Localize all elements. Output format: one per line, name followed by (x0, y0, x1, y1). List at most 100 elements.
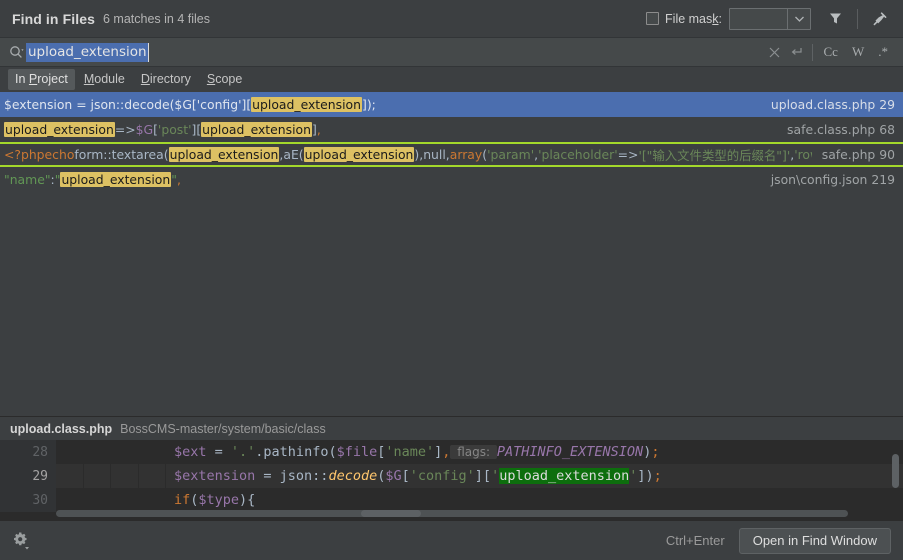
open-in-find-window-button[interactable]: Open in Find Window (738, 527, 891, 554)
return-icon[interactable] (786, 41, 808, 63)
fold-cell (139, 440, 166, 464)
match-summary: 6 matches in 4 files (102, 11, 210, 26)
header-controls: File mask: (646, 6, 893, 32)
code-segment: PATHINFO_EXTENSION (496, 444, 644, 460)
result-row[interactable]: <?php echo form::textarea(upload_extensi… (0, 142, 903, 167)
result-file-label: safe.php 90 (821, 147, 895, 162)
result-row[interactable]: upload_extension => $G['post'][upload_ex… (0, 117, 903, 142)
code-line-text: if($type){ (166, 492, 255, 508)
fold-cell (84, 440, 111, 464)
result-code: <?php echo form::textarea(upload_extensi… (4, 146, 812, 164)
fold-cell (56, 440, 84, 464)
code-segment: $extension (174, 468, 256, 484)
result-file-label: safe.class.php 68 (787, 122, 895, 137)
code-segment: $G (135, 122, 154, 137)
page-title: Find in Files (12, 10, 95, 27)
result-row[interactable]: $extension = json::decode($G['config'][ u… (0, 92, 903, 117)
fold-cell (56, 464, 84, 488)
match-highlight: upload_extension (303, 147, 415, 162)
code-segment: ' (491, 468, 500, 484)
code-segment: <?php (4, 147, 45, 162)
preview-file-name: upload.class.php (10, 421, 113, 436)
search-bar[interactable]: upload_extension Cc W .* (0, 37, 903, 67)
match-case-toggle[interactable]: Cc (817, 44, 845, 60)
line-number: 28 (0, 440, 56, 464)
tab-module[interactable]: Module (77, 69, 132, 90)
fold-gutter (56, 488, 166, 512)
find-in-files-dialog: Find in Files 6 matches in 4 files File … (0, 0, 903, 560)
code-segment: 'placeholder' (538, 147, 618, 162)
parameter-hint: flags: (450, 445, 497, 459)
file-mask-combo[interactable] (729, 7, 811, 30)
search-input-value[interactable]: upload_extension (26, 42, 149, 62)
pin-icon[interactable] (867, 6, 893, 32)
match-highlight: upload_extension (168, 147, 280, 162)
code-segment: 'name' (385, 444, 435, 460)
code-segment: ,aE( (279, 147, 304, 162)
code-segment: ; (651, 444, 660, 460)
file-mask-label: File mask: (665, 11, 722, 26)
code-line-text: $extension = json::decode($G['config']['… (166, 468, 662, 484)
filter-icon[interactable] (822, 6, 848, 32)
result-file-label: json\config.json 219 (770, 172, 895, 187)
tab-in-project[interactable]: In Project (8, 69, 75, 90)
code-segment: ){ (239, 492, 256, 508)
result-code: $extension = json::decode($G['config'][u… (4, 97, 376, 112)
line-number: 29 (0, 464, 56, 488)
code-segment: , (316, 122, 321, 137)
code-preview[interactable]: 28 $ext = '.'.pathinfo($file['name'], fla… (0, 440, 903, 520)
fold-cell (56, 488, 84, 512)
horizontal-scrollbar[interactable] (56, 510, 848, 517)
line-number: 30 (0, 488, 56, 512)
search-toolbar-divider (811, 43, 813, 61)
results-list[interactable]: $extension = json::decode($G['config'][u… (0, 92, 903, 416)
shortcut-hint: Ctrl+Enter (665, 533, 725, 548)
code-segment: '.' (230, 444, 256, 460)
horizontal-scrollbar-thumb[interactable] (361, 510, 421, 517)
code-segment: [ (401, 468, 410, 484)
tab-directory[interactable]: Directory (134, 69, 198, 90)
whole-words-toggle[interactable]: W (845, 44, 871, 60)
file-mask-input[interactable] (730, 9, 787, 29)
regex-toggle[interactable]: .* (871, 44, 895, 60)
code-segment: echo (44, 147, 75, 162)
code-segment: => (114, 122, 136, 137)
code-segment: .pathinfo( (255, 444, 337, 460)
code-segment: = json:: (255, 468, 329, 484)
code-segment: $type (198, 492, 240, 508)
fold-cell (139, 488, 166, 512)
file-mask-group[interactable]: File mask: (646, 12, 722, 26)
fold-cell (111, 464, 139, 488)
fold-cell (111, 488, 139, 512)
fold-cell (138, 464, 166, 488)
gear-icon[interactable] (12, 531, 31, 550)
header-divider (857, 8, 858, 29)
code-segment: ),null, (414, 147, 450, 162)
tab-scope[interactable]: Scope (200, 69, 249, 90)
vertical-scrollbar-thumb[interactable] (892, 454, 899, 488)
result-row[interactable]: "name": " upload_extension ", json\config.j… (0, 167, 903, 192)
search-input[interactable]: upload_extension (26, 42, 764, 62)
fold-gutter (56, 440, 166, 464)
code-segment: ]) (637, 468, 654, 484)
result-file-label: upload.class.php 29 (770, 97, 895, 112)
scope-tabs: In Project Module Directory Scope (0, 67, 903, 92)
result-code: upload_extension => $G['post'][upload_ex… (4, 122, 321, 137)
code-segment: => (617, 147, 639, 162)
code-line: 29 $extension = json::decode($G['config']… (0, 464, 903, 488)
fold-gutter (56, 464, 166, 488)
code-segment: 'config' (409, 468, 475, 484)
code-segment: 'row' (794, 147, 812, 162)
code-line: 30 if($type){ (0, 488, 903, 512)
file-mask-checkbox[interactable] (646, 12, 660, 25)
chevron-down-icon[interactable] (787, 8, 810, 29)
code-segment: , (176, 172, 181, 187)
close-icon[interactable] (764, 41, 786, 63)
code-segment: $G (385, 468, 402, 484)
code-segment: ][ (241, 97, 252, 112)
found-highlight: upload_extension (499, 468, 630, 484)
code-segment: 'config' (196, 97, 242, 112)
code-segment: ]); (361, 97, 376, 112)
code-segment: $extension = json::decode($G[ (4, 97, 197, 112)
search-icon[interactable] (6, 39, 26, 65)
